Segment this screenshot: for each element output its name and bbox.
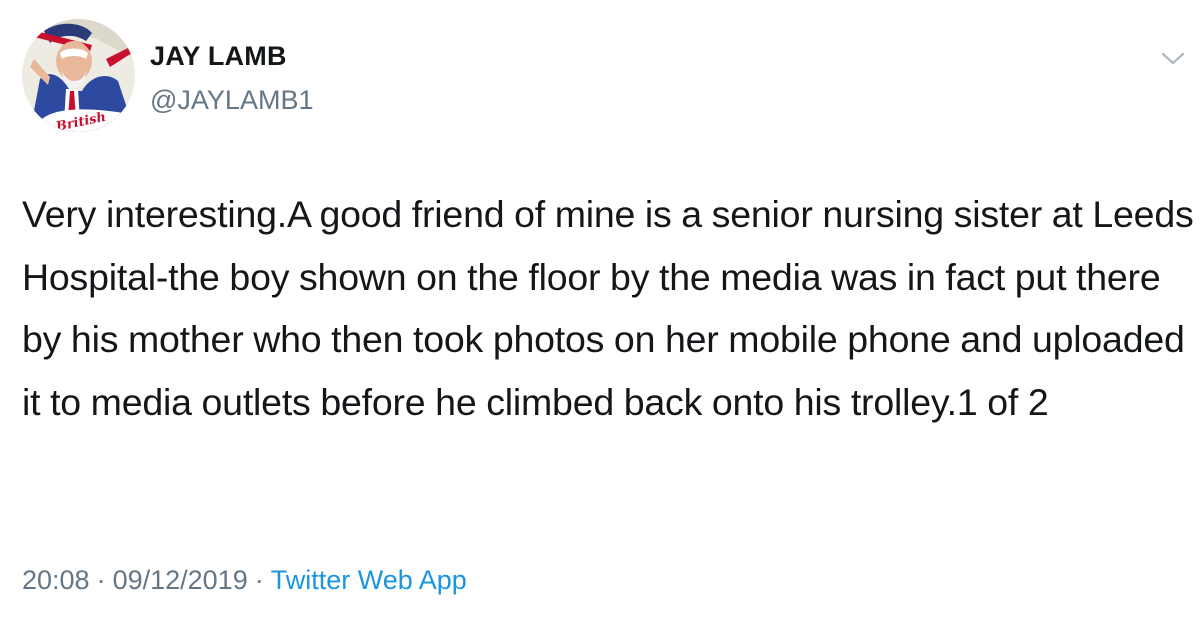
avatar[interactable]: British (22, 19, 135, 132)
tweet-card: British JAY LAMB @JAYLAMB1 Very interest… (0, 0, 1200, 627)
meta-separator: · (254, 565, 264, 595)
tweet-time[interactable]: 20:08 (22, 565, 90, 595)
meta-separator: · (96, 565, 106, 595)
user-handle[interactable]: @JAYLAMB1 (150, 84, 313, 116)
avatar-image: British (22, 19, 135, 132)
tweet-date[interactable]: 09/12/2019 (113, 565, 248, 595)
tweet-header: JAY LAMB @JAYLAMB1 (150, 40, 313, 116)
tweet-source-link[interactable]: Twitter Web App (271, 565, 467, 595)
display-name[interactable]: JAY LAMB (150, 40, 313, 72)
tweet-meta: 20:08 · 09/12/2019 · Twitter Web App (22, 562, 467, 598)
tweet-text: Very interesting.A good friend of mine i… (22, 193, 1194, 423)
chevron-down-icon[interactable] (1160, 48, 1186, 68)
